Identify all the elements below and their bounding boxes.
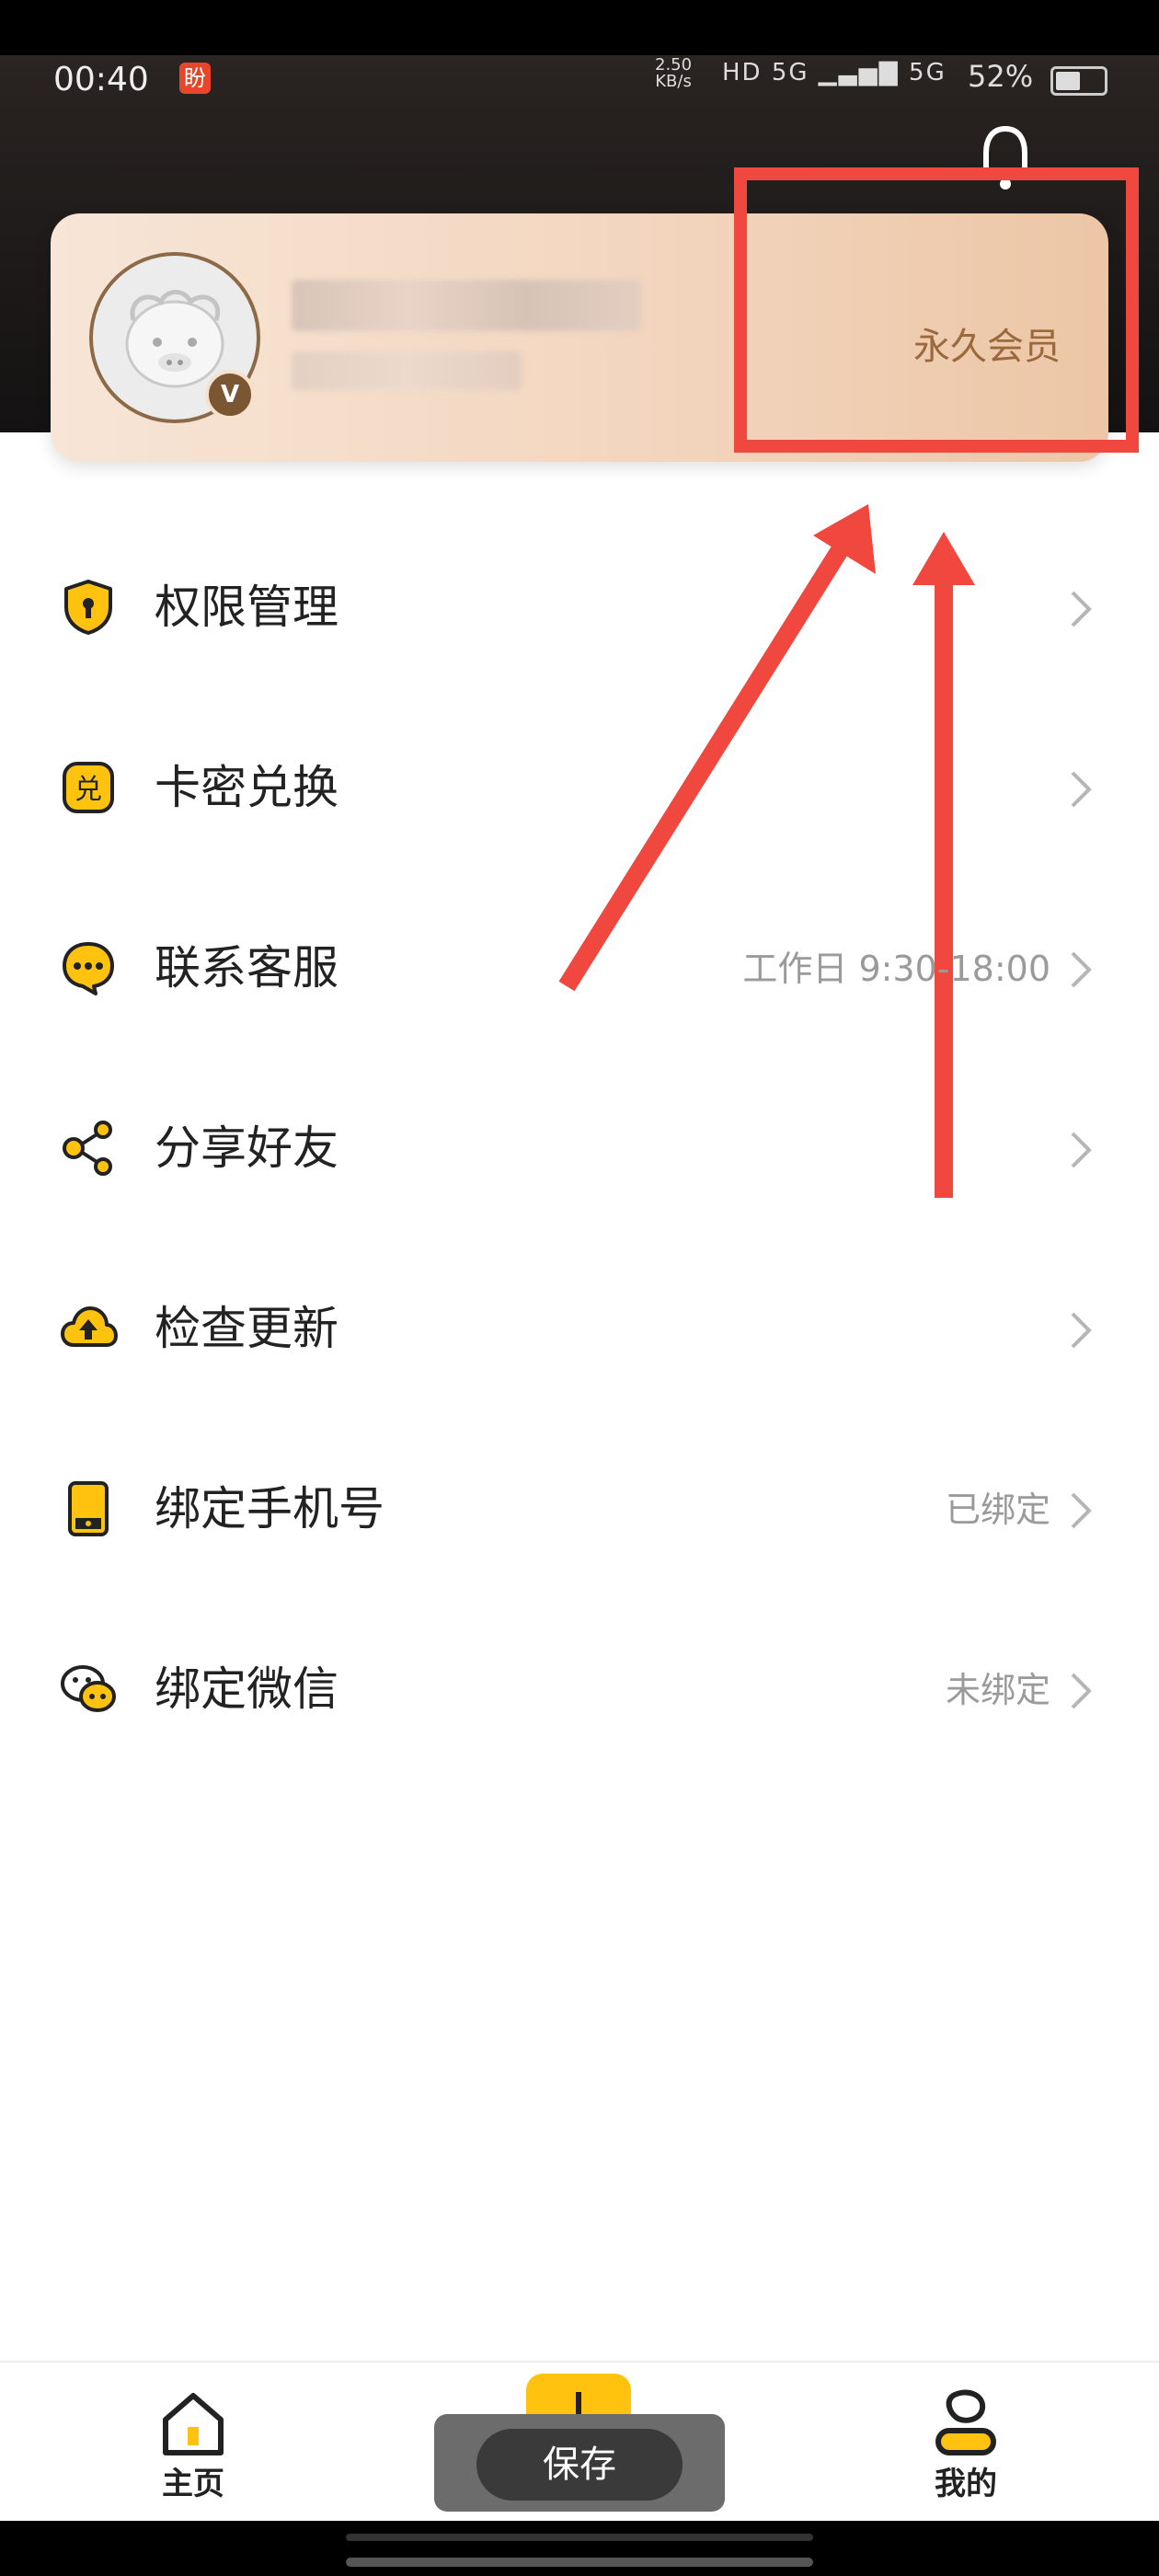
menu-item-permissions[interactable]: 权限管理	[0, 543, 1159, 672]
save-button[interactable]: 保存	[476, 2429, 683, 2501]
net-speed: 2.50 KB/s	[655, 57, 692, 90]
menu-item-customer-service[interactable]: 联系客服 工作日 9:30-18:00	[0, 903, 1159, 1032]
chevron-right-icon	[1071, 771, 1092, 808]
menu-item-label: 绑定微信	[155, 1662, 339, 1716]
annotation-highlight-box	[734, 167, 1139, 453]
signal-icon: HD 5G ▁▃▅▇ 5G	[722, 59, 947, 86]
menu-item-bind-wechat[interactable]: 绑定微信 未绑定	[0, 1625, 1159, 1754]
system-gesture-bar	[0, 2521, 1159, 2576]
menu-item-value: 未绑定	[945, 1670, 1050, 1710]
status-bar: 00:40 盼 2.50 KB/s HD 5G ▁▃▅▇ 5G 52%	[0, 55, 1159, 101]
vip-badge: V	[205, 370, 255, 420]
user-id-blurred	[292, 351, 522, 390]
menu-item-label: 权限管理	[155, 581, 339, 634]
user-icon	[935, 2389, 996, 2455]
shield-icon	[64, 580, 112, 635]
nav-mine-label: 我的	[935, 2466, 997, 2502]
chevron-right-icon	[1071, 591, 1092, 627]
chevron-right-icon	[1071, 1132, 1092, 1168]
username-blurred	[292, 280, 641, 331]
menu-item-label: 绑定手机号	[155, 1482, 384, 1535]
phone-icon	[68, 1481, 109, 1536]
menu-item-label: 卡密兑换	[155, 761, 339, 814]
chevron-right-icon	[1071, 1673, 1092, 1709]
chevron-right-icon	[1071, 1312, 1092, 1349]
nav-home-label: 主页	[162, 2466, 224, 2502]
chevron-right-icon	[1071, 951, 1092, 988]
net-speed-unit: KB/s	[655, 72, 692, 91]
save-toast: 保存	[434, 2414, 725, 2512]
status-time: 00:40	[53, 61, 149, 98]
top-black-bar	[0, 0, 1159, 55]
wechat-icon	[61, 1665, 116, 1712]
menu-item-value: 已绑定	[945, 1489, 1050, 1530]
menu-item-label: 分享好友	[155, 1121, 339, 1175]
menu-item-bind-phone[interactable]: 绑定手机号 已绑定	[0, 1444, 1159, 1573]
home-icon	[163, 2393, 224, 2455]
chat-icon	[63, 942, 114, 995]
battery-icon	[1050, 66, 1107, 96]
app-notification-icon: 盼	[179, 63, 211, 94]
chevron-right-icon	[1071, 1492, 1092, 1529]
nav-home[interactable]: 主页	[120, 2388, 267, 2502]
redeem-icon: 兑	[63, 762, 114, 813]
gesture-handle[interactable]	[346, 2558, 813, 2567]
menu-item-label: 检查更新	[155, 1302, 339, 1355]
nav-mine[interactable]: 我的	[892, 2388, 1039, 2502]
gesture-handle-shadow	[346, 2534, 813, 2541]
share-icon	[63, 1121, 112, 1176]
menu-item-check-update[interactable]: 检查更新	[0, 1264, 1159, 1393]
svg-text:兑: 兑	[75, 774, 102, 806]
menu-item-label: 联系客服	[155, 941, 339, 995]
cloud-upload-icon	[61, 1306, 118, 1347]
menu-item-redeem-code[interactable]: 兑 卡密兑换	[0, 723, 1159, 852]
menu-item-value: 工作日 9:30-18:00	[742, 949, 1050, 989]
battery-percent: 52%	[968, 59, 1034, 94]
menu-item-share-friends[interactable]: 分享好友	[0, 1084, 1159, 1213]
